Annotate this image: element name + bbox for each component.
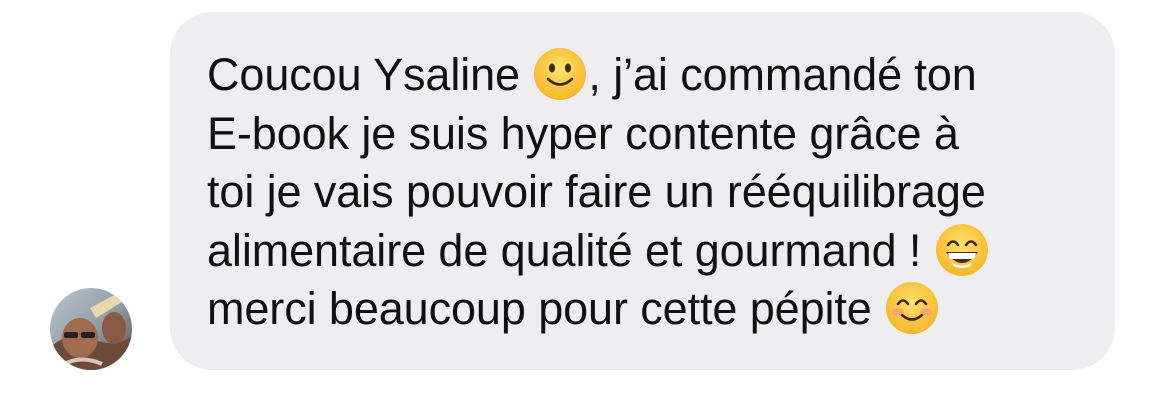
grinning-face-with-smiling-eyes-icon: [934, 222, 990, 278]
smiling-face-with-smiling-eyes-icon: [884, 280, 940, 336]
message-text: alimentaire de qualité et gourmand !: [207, 224, 934, 276]
message-line: toi je vais pouvoir faire un rééquilibra…: [207, 166, 986, 217]
sender-avatar[interactable]: [50, 288, 132, 370]
slightly-smiling-face-icon: [532, 46, 588, 102]
message-bubble[interactable]: Coucou Ysaline , j’ai commandé ton E-boo…: [170, 12, 1115, 370]
message-text: Coucou Ysaline: [207, 49, 533, 100]
message-line: alimentaire de qualité et gourmand !: [207, 222, 1075, 281]
message-text: merci beaucoup pour cette pépite: [207, 283, 885, 334]
message-thread: Coucou Ysaline , j’ai commandé ton E-boo…: [0, 0, 1153, 400]
message-line: E-book je suis hyper contente grâce à: [207, 107, 959, 159]
message-line: merci beaucoup pour cette pépite: [207, 280, 1075, 339]
message-text: , j’ai commandé ton: [588, 49, 977, 100]
avatar-photo-icon: [50, 288, 132, 370]
message-line: Coucou Ysaline , j’ai commandé ton: [207, 46, 1075, 105]
